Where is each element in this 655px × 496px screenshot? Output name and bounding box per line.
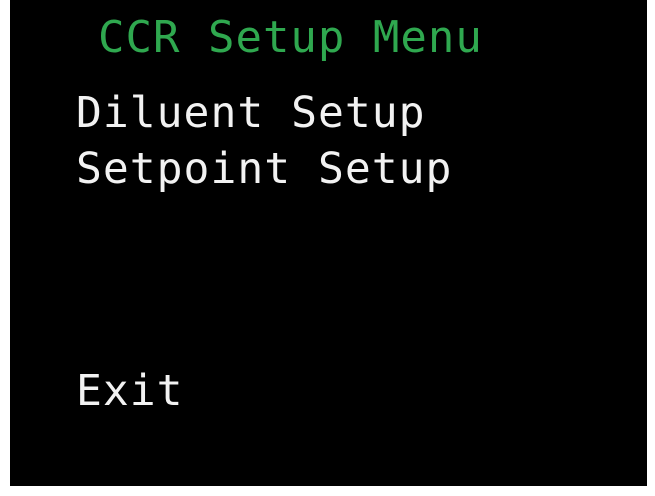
menu-item-diluent-setup[interactable]: Diluent Setup xyxy=(76,88,426,138)
menu-item-exit[interactable]: Exit xyxy=(76,366,184,416)
menu-title: CCR Setup Menu xyxy=(98,12,483,63)
display-screen: CCR Setup Menu Diluent Setup Setpoint Se… xyxy=(10,0,647,486)
menu-item-setpoint-setup[interactable]: Setpoint Setup xyxy=(76,144,452,194)
